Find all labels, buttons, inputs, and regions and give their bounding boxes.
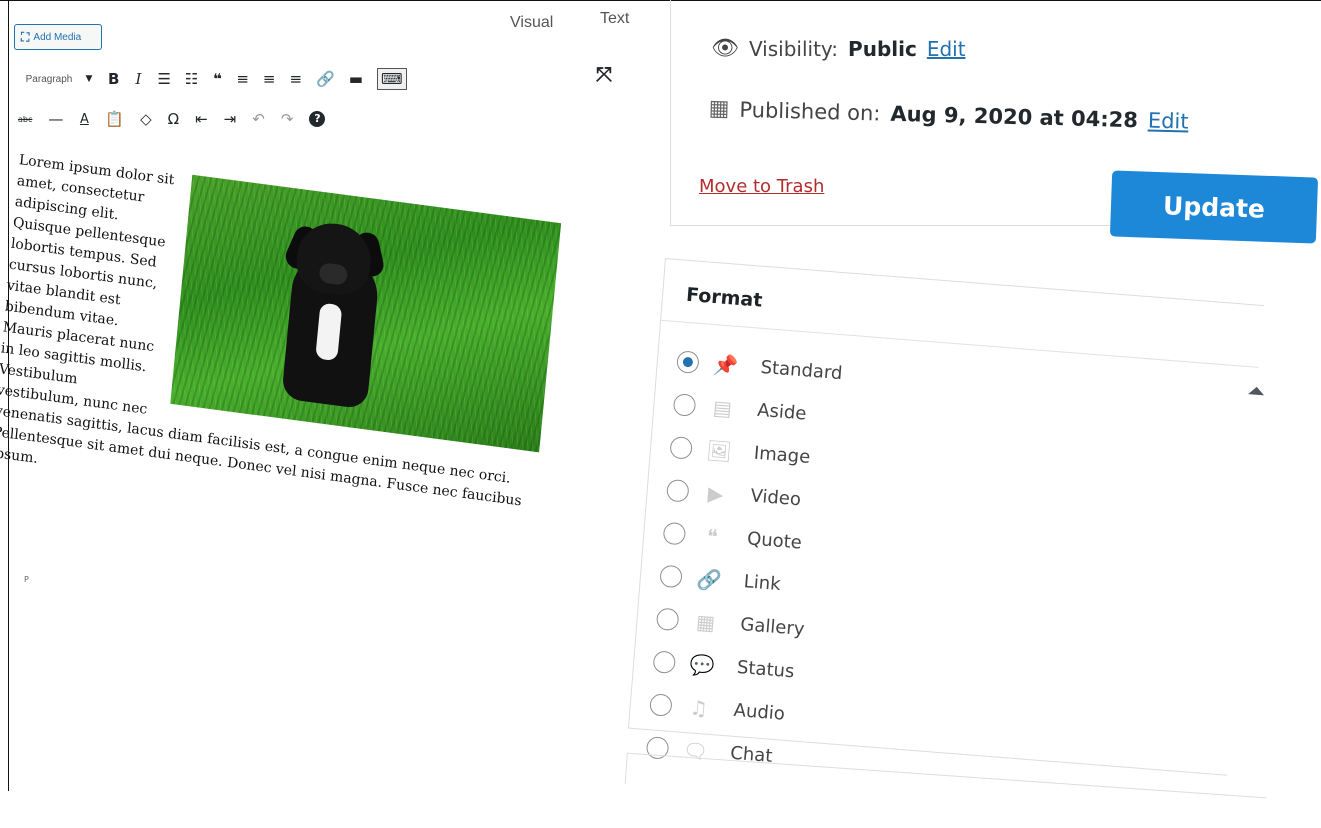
edit-date-link[interactable]: Edit	[1148, 108, 1189, 133]
indent-icon[interactable]: ⇥	[224, 110, 237, 128]
post-sidebar: 👁 Visibility: Public Edit ▦ Published on…	[624, 0, 1321, 828]
read-more-icon[interactable]: ▬	[349, 70, 363, 88]
visibility-value: Public	[848, 36, 917, 61]
format-label: Gallery	[739, 614, 806, 641]
text-color-icon[interactable]: A	[79, 112, 89, 127]
align-left-icon[interactable]: ≡	[236, 70, 249, 88]
format-radio[interactable]	[672, 392, 697, 417]
visibility-row: 👁 Visibility: Public Edit	[711, 36, 966, 61]
align-center-icon[interactable]: ≡	[263, 70, 276, 88]
outdent-icon[interactable]: ⇤	[195, 110, 208, 128]
clear-formatting-icon[interactable]: ◇	[140, 110, 152, 128]
format-label: Image	[753, 442, 811, 468]
format-label: Quote	[746, 528, 803, 554]
aside-icon: ▤	[712, 394, 733, 421]
format-label: Standard	[759, 356, 844, 385]
published-label: Published on:	[739, 97, 881, 125]
format-label: Aside	[756, 399, 808, 425]
format-label: Link	[743, 571, 782, 596]
numbered-list-icon[interactable]: ☷	[185, 70, 198, 88]
fullscreen-icon[interactable]: ⤧	[596, 62, 612, 86]
tab-visual[interactable]: Visual	[510, 14, 553, 32]
visibility-label: Visibility:	[748, 36, 839, 61]
paste-text-icon[interactable]: 📋	[105, 110, 124, 128]
bold-icon[interactable]: B	[108, 70, 119, 88]
strikethrough-icon[interactable]: abc	[18, 115, 32, 124]
editor-content[interactable]: Lorem ipsum dolor sit amet, consectetur …	[0, 150, 575, 781]
help-icon[interactable]: ?	[309, 111, 326, 127]
toolbar-toggle-icon[interactable]: ⌨	[376, 68, 407, 90]
add-media-label: Add Media	[33, 31, 82, 43]
pin-icon: 📌	[712, 351, 740, 378]
horizontal-line-icon[interactable]: —	[48, 110, 63, 128]
format-radio[interactable]	[665, 478, 690, 503]
link-icon: 🔗	[695, 565, 723, 592]
format-radio[interactable]	[655, 606, 680, 631]
format-radio[interactable]	[669, 435, 694, 460]
blockquote-icon[interactable]: ❝	[212, 70, 222, 88]
italic-icon[interactable]: I	[133, 70, 143, 88]
edit-visibility-link[interactable]: Edit	[927, 37, 966, 61]
toolbar-row-1: Paragraph ▼ B I ☰ ☷ ❝ ≡ ≡ ≡ 🔗 ▬ ⌨	[18, 68, 407, 90]
redo-icon[interactable]: ↷	[281, 110, 294, 128]
link-icon[interactable]: 🔗	[316, 70, 335, 88]
format-radio[interactable]	[662, 521, 687, 545]
undo-icon[interactable]: ↶	[252, 110, 265, 128]
gallery-icon: ▦	[695, 609, 716, 635]
chevron-down-icon[interactable]: ▼	[84, 74, 94, 84]
path-indicator: P	[24, 575, 29, 584]
move-to-trash-link[interactable]: Move to Trash	[699, 176, 824, 197]
calendar-icon: ▦	[708, 96, 730, 122]
format-panel: Format 📌 Standard ▤ Aside 🖼 Image ▶ Vide…	[627, 258, 1319, 798]
collapse-arrow-icon[interactable]	[1248, 386, 1265, 396]
add-media-button[interactable]: ⛶ Add Media	[14, 24, 102, 50]
format-radio[interactable]	[676, 349, 700, 374]
format-label: Audio	[732, 699, 786, 725]
format-radio[interactable]	[659, 564, 683, 588]
format-label: Status	[736, 656, 796, 683]
eye-icon: 👁	[711, 36, 739, 61]
bulleted-list-icon[interactable]: ☰	[157, 70, 170, 88]
update-button[interactable]: Update	[1109, 170, 1319, 244]
status-icon: 💬	[688, 651, 716, 678]
published-date: Aug 9, 2020 at 04:28	[890, 101, 1139, 132]
format-label: Video	[749, 485, 802, 511]
format-radio[interactable]	[649, 692, 673, 717]
post-editor: ⛶ Add Media Visual Text Paragraph ▼ B I …	[0, 0, 660, 791]
format-radio[interactable]	[652, 649, 677, 674]
image-icon: 🖼	[705, 437, 733, 464]
tab-text[interactable]: Text	[600, 10, 629, 28]
format-options: 📌 Standard ▤ Aside 🖼 Image ▶ Video ❝ Quo…	[645, 339, 844, 781]
published-row: ▦ Published on: Aug 9, 2020 at 04:28 Edi…	[708, 96, 1189, 134]
puppy-image[interactable]	[170, 174, 562, 453]
audio-icon: ♫	[688, 694, 709, 721]
align-right-icon[interactable]: ≡	[290, 70, 303, 88]
quote-icon: ❝	[706, 523, 719, 549]
toolbar-row-2: abc — A 📋 ◇ Ω ⇤ ⇥ ↶ ↷ ?	[18, 110, 326, 128]
video-icon: ▶	[707, 480, 725, 506]
media-icon: ⛶	[21, 29, 30, 44]
paragraph-format-select[interactable]: Paragraph	[18, 74, 80, 85]
special-character-icon[interactable]: Ω	[168, 110, 179, 128]
